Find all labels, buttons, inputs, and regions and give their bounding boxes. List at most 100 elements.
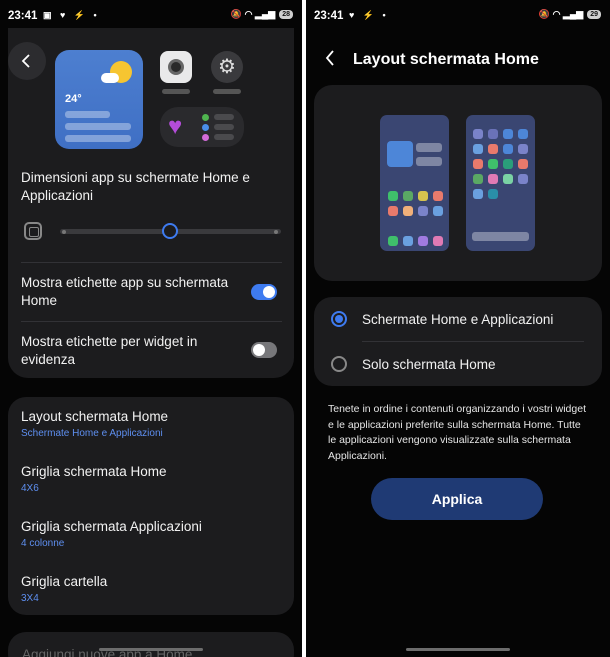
notification-icons: ▣ ♥ ⚡ • [43, 10, 100, 20]
app-icon-thumbnail [418, 191, 428, 201]
cloud-icon [101, 73, 119, 83]
weather-widget-thumbnail [387, 141, 413, 167]
app-icon-thumbnail [503, 174, 513, 184]
icon-size-title: Dimensioni app su schermate Home e Appli… [21, 170, 250, 203]
next-setting-card[interactable]: Aggiungi nuove app a Home [8, 632, 294, 657]
app-icon-thumbnail [388, 206, 398, 216]
activity-dot [202, 114, 209, 121]
toggle-knob [253, 344, 265, 356]
back-button[interactable] [324, 49, 336, 71]
radio-unselected-icon[interactable] [331, 356, 347, 372]
slider-step [62, 230, 66, 234]
app-icon-thumbnail [473, 129, 483, 139]
dock-icon-thumbnail [403, 236, 413, 246]
status-time: 23:41 [314, 10, 344, 22]
app-icon-thumbnail [518, 144, 528, 154]
battery-icon: 28 [279, 10, 293, 19]
signal-icons: 🔕 ◠ ▂▄▆ [538, 9, 584, 19]
app-icon-thumbnail [488, 144, 498, 154]
notification-icons: ♥ ⚡ • [349, 10, 389, 20]
small-icon-size-icon [24, 222, 42, 240]
activity-line [214, 124, 234, 130]
widget-line [416, 157, 442, 166]
show-app-labels-toggle[interactable] [251, 284, 277, 300]
radio-selected-icon[interactable] [331, 311, 347, 327]
divider [21, 262, 282, 263]
app-icon-thumbnail [488, 189, 498, 199]
app-icon-thumbnail [473, 189, 483, 199]
app-icon-thumbnail [488, 129, 498, 139]
app-icon-thumbnail [503, 144, 513, 154]
app-icon-thumbnail [433, 191, 443, 201]
app-icon-thumbnail [403, 206, 413, 216]
signal-icons: 🔕 ◠ ▂▄▆ [230, 9, 276, 19]
menu-item-title: Griglia schermata Applicazioni [21, 519, 202, 534]
show-widget-labels-toggle[interactable] [251, 342, 277, 358]
menu-item-title: Griglia cartella [21, 574, 108, 589]
layout-preview-card [314, 85, 602, 281]
gesture-navigation-bar[interactable] [406, 648, 510, 651]
back-button[interactable] [8, 42, 46, 80]
app-icon-thumbnail [418, 206, 428, 216]
dock-icon-thumbnail [433, 236, 443, 246]
status-bar: 23:41 ♥ ⚡ • 🔕 ◠ ▂▄▆ 29 [306, 0, 610, 32]
health-widget-preview: ♥ [160, 107, 244, 147]
menu-item-subtitle: 4 colonne [21, 538, 65, 549]
dock-icon-thumbnail [418, 236, 428, 246]
status-time: 23:41 [8, 10, 38, 22]
slider-thumb[interactable] [162, 223, 178, 239]
chevron-left-icon [21, 54, 30, 68]
widget-line [416, 143, 442, 152]
weather-line [65, 135, 131, 142]
menu-item-subtitle: Schermate Home e Applicazioni [21, 428, 163, 439]
show-app-labels-label: Mostra etichette app su schermata Home [21, 275, 229, 308]
menu-item-subtitle: 4X6 [21, 483, 39, 494]
right-screen: 23:41 ♥ ⚡ • 🔕 ◠ ▂▄▆ 29 Layout schermata … [306, 0, 610, 657]
app-icon-thumbnail [503, 129, 513, 139]
apply-button[interactable]: Applica [371, 478, 543, 520]
gear-icon: ⚙ [211, 51, 243, 83]
app-icon-thumbnail [488, 159, 498, 169]
app-icon-thumbnail [518, 129, 528, 139]
show-widget-labels-label: Mostra etichette per widget in evidenza [21, 334, 198, 367]
home-screen-preview [380, 115, 449, 251]
menu-item-title: Griglia schermata Home [21, 464, 167, 479]
battery-icon: 29 [587, 10, 601, 19]
system-icons: 🔕 ◠ ▂▄▆ 28 [231, 9, 293, 20]
app-icon-thumbnail [518, 159, 528, 169]
app-icon-thumbnail [518, 174, 528, 184]
app-icon-thumbnail [473, 174, 483, 184]
divider [362, 341, 584, 342]
app-icon-thumbnail [473, 159, 483, 169]
option-label: Solo schermata Home [362, 357, 496, 372]
weather-line [65, 111, 110, 118]
left-screen: 23:41 ▣ ♥ ⚡ • 🔕 ◠ ▂▄▆ 28 24° ⚙ ♥ Dimensi… [0, 0, 302, 657]
app-icon-thumbnail [488, 174, 498, 184]
activity-line [214, 114, 234, 120]
camera-app-icon [160, 51, 192, 83]
app-icon-thumbnail [403, 191, 413, 201]
system-icons: 🔕 ◠ ▂▄▆ 29 [539, 9, 601, 20]
gesture-navigation-bar[interactable] [99, 648, 203, 651]
camera-lens-icon [168, 59, 184, 75]
search-bar-thumbnail [472, 232, 529, 241]
apps-screen-preview [466, 115, 535, 251]
weather-widget-preview: 24° [55, 50, 143, 149]
activity-dot [202, 124, 209, 131]
menu-item-title: Layout schermata Home [21, 409, 169, 424]
weather-temperature: 24° [65, 93, 82, 105]
app-icon-thumbnail [433, 206, 443, 216]
toggle-knob [263, 286, 275, 298]
app-icon-thumbnail [388, 191, 398, 201]
heart-icon: ♥ [168, 113, 183, 140]
app-icon-thumbnail [473, 144, 483, 154]
chevron-left-icon [325, 50, 334, 66]
app-label-placeholder [162, 89, 190, 94]
divider [21, 321, 282, 322]
activity-line [214, 134, 234, 140]
weather-line [65, 123, 131, 130]
menu-item-subtitle: 3X4 [21, 593, 39, 604]
page-title: Layout schermata Home [353, 51, 539, 68]
app-icon-thumbnail [503, 159, 513, 169]
activity-dot [202, 134, 209, 141]
